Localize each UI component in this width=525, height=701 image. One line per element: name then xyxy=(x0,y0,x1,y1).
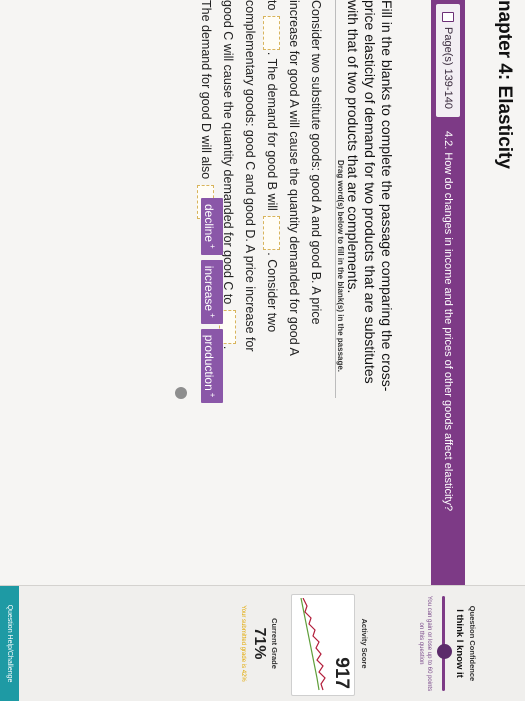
word-chip-increase[interactable]: increase+ xyxy=(201,259,223,324)
question-confidence-title: Question Confidence xyxy=(468,605,477,682)
pages-button[interactable]: Page(s) 139-140 xyxy=(436,4,460,117)
sidebar: Question Confidence I think I know it Yo… xyxy=(0,585,525,701)
section-header-bar: Page(s) 139-140 4.2. How do changes in i… xyxy=(431,0,465,585)
current-grade: 71% xyxy=(251,627,268,660)
current-grade-title: Current Grade xyxy=(270,618,279,669)
section-title: 4.2. How do changes in income and the pr… xyxy=(442,130,454,512)
book-icon xyxy=(442,12,454,22)
question-help-button[interactable]: Question Help/Challenge xyxy=(0,586,19,701)
confidence-note: You can gain or lose up to 60 points on … xyxy=(418,595,432,692)
chapter-title: napter 4: Elasticity xyxy=(494,0,515,169)
word-bank: decline+ increase+ production+ xyxy=(201,198,223,404)
confidence-slider-knob[interactable] xyxy=(437,644,452,659)
plus-icon: + xyxy=(208,392,217,398)
plus-icon: + xyxy=(208,313,217,318)
drag-hint: Drag word(s) below to fill in the blank(… xyxy=(336,160,345,373)
rotated-screen: napter 4: Elasticity Page(s) 139-140 4.2… xyxy=(0,0,525,701)
blank-1[interactable] xyxy=(262,15,280,50)
grade-note: Your submitted grade is 42% xyxy=(240,605,246,682)
activity-score-card: 917 xyxy=(291,594,355,696)
page: napter 4: Elasticity Page(s) 139-140 4.2… xyxy=(0,0,525,701)
activity-score: 917 xyxy=(331,657,352,689)
pages-label: Page(s) 139-140 xyxy=(442,27,454,109)
blank-2[interactable] xyxy=(262,216,280,251)
word-chip-decline[interactable]: decline+ xyxy=(201,198,223,255)
question-confidence-value: I think I know it xyxy=(454,609,465,678)
plus-icon: + xyxy=(208,244,217,249)
word-chip-production[interactable]: production+ xyxy=(201,328,223,404)
activity-score-title: Activity Score xyxy=(360,618,369,669)
cursor-dot xyxy=(175,387,187,399)
passage-text-2: . The demand for good B will xyxy=(265,51,279,211)
activity-sparkline-icon xyxy=(300,598,326,691)
